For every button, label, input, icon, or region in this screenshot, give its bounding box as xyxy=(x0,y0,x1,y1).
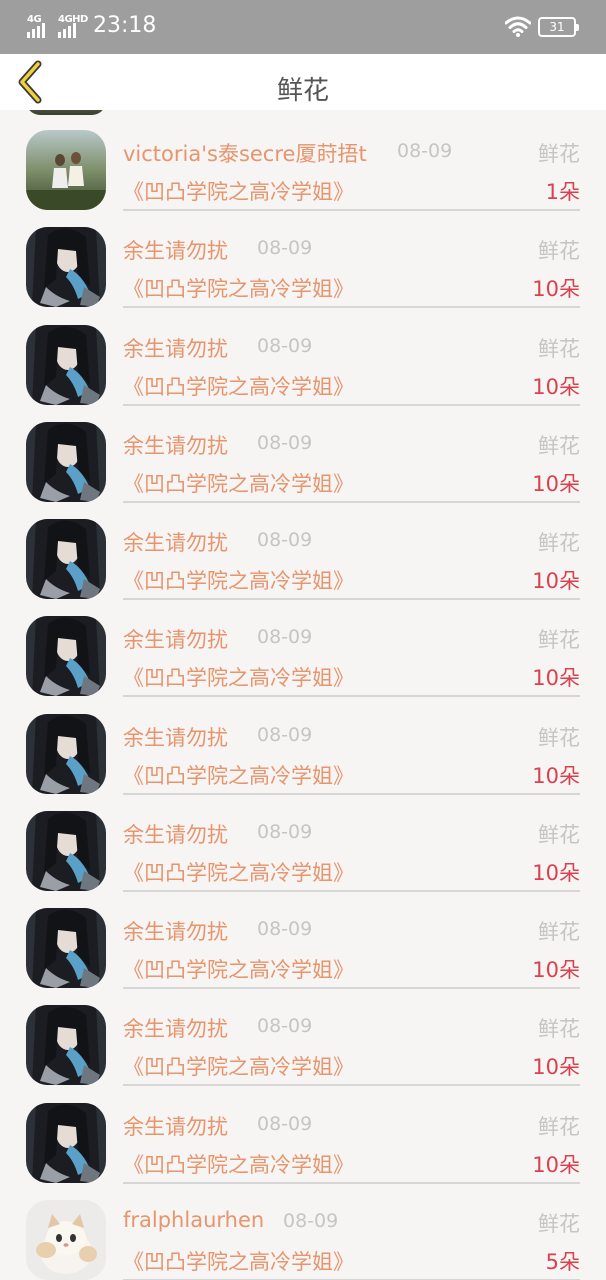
signal-icon: 4GHD xyxy=(58,14,88,38)
book-title[interactable]: 《凹凸学院之高冷学姐》 xyxy=(123,176,354,206)
anime-avatar[interactable] xyxy=(26,1005,106,1085)
user-name[interactable]: 余生请勿扰 xyxy=(123,916,228,946)
user-name[interactable]: 余生请勿扰 xyxy=(123,722,228,752)
status-bar: 4G 4GHD 23:18 31 xyxy=(0,0,606,54)
list-item[interactable]: 余生请勿扰 08-09 鲜花 《凹凸学院之高冷学姐》 10朵 xyxy=(0,694,606,795)
gift-count: 10朵 xyxy=(532,764,580,788)
book-title[interactable]: 《凹凸学院之高冷学姐》 xyxy=(123,1051,354,1081)
gift-count: 10朵 xyxy=(532,666,580,690)
anime-avatar[interactable] xyxy=(26,908,106,988)
send-date: 08-09 xyxy=(397,140,453,162)
nav-bar: 鲜花 xyxy=(0,54,606,110)
list-item[interactable]: 余生请勿扰 08-09 鲜花 《凹凸学院之高冷学姐》 10朵 xyxy=(0,791,606,892)
send-date: 08-09 xyxy=(257,335,313,357)
user-name[interactable]: 余生请勿扰 xyxy=(123,819,228,849)
user-name[interactable]: 余生请勿扰 xyxy=(123,624,228,654)
gift-count: 1朵 xyxy=(545,180,580,204)
gift-count: 10朵 xyxy=(532,375,580,399)
signal-icon: 4G xyxy=(27,14,51,38)
flower-list[interactable]: victoria's泰secre厦莳捂t 08-09 鲜花 《凹凸学院之高冷学姐… xyxy=(0,110,606,1280)
user-name[interactable]: 余生请勿扰 xyxy=(123,333,228,363)
list-item[interactable]: 余生请勿扰 08-09 鲜花 《凹凸学院之高冷学姐》 10朵 xyxy=(0,596,606,697)
gift-count: 10朵 xyxy=(532,472,580,496)
send-date: 08-09 xyxy=(283,1210,339,1232)
book-title[interactable]: 《凹凸学院之高冷学姐》 xyxy=(123,662,354,692)
send-date: 08-09 xyxy=(257,432,313,454)
anime-avatar[interactable] xyxy=(26,811,106,891)
gift-count: 10朵 xyxy=(532,569,580,593)
gift-type: 鲜花 xyxy=(538,337,580,361)
gift-type: 鲜花 xyxy=(538,142,580,166)
user-name[interactable]: 余生请勿扰 xyxy=(123,1013,228,1043)
book-title[interactable]: 《凹凸学院之高冷学姐》 xyxy=(123,1246,354,1276)
user-name[interactable]: victoria's泰secre厦莳捂t xyxy=(123,138,367,168)
gift-count: 10朵 xyxy=(532,1055,580,1079)
user-name[interactable]: fralphlaurhen xyxy=(123,1208,264,1232)
anime-avatar[interactable] xyxy=(26,422,106,502)
gift-type: 鲜花 xyxy=(538,1115,580,1139)
book-title[interactable]: 《凹凸学院之高冷学姐》 xyxy=(123,468,354,498)
gift-count: 10朵 xyxy=(532,861,580,885)
photo-avatar[interactable] xyxy=(26,130,106,210)
gift-type: 鲜花 xyxy=(538,726,580,750)
gift-type: 鲜花 xyxy=(538,628,580,652)
send-date: 08-09 xyxy=(257,1113,313,1135)
book-title[interactable]: 《凹凸学院之高冷学姐》 xyxy=(123,273,354,303)
list-item[interactable]: victoria's泰secre厦莳捂t 08-09 鲜花 《凹凸学院之高冷学姐… xyxy=(0,110,606,211)
send-date: 08-09 xyxy=(257,918,313,940)
user-name[interactable]: 余生请勿扰 xyxy=(123,1111,228,1141)
send-date: 08-09 xyxy=(257,724,313,746)
list-item[interactable]: 余生请勿扰 08-09 鲜花 《凹凸学院之高冷学姐》 10朵 xyxy=(0,499,606,600)
send-date: 08-09 xyxy=(257,237,313,259)
user-name[interactable]: 余生请勿扰 xyxy=(123,430,228,460)
gift-type: 鲜花 xyxy=(538,1212,580,1236)
gift-count: 10朵 xyxy=(532,277,580,301)
list-item[interactable]: 余生请勿扰 08-09 鲜花 《凹凸学院之高冷学姐》 10朵 xyxy=(0,888,606,989)
cat-avatar[interactable] xyxy=(26,1200,106,1280)
user-name[interactable]: 余生请勿扰 xyxy=(123,527,228,557)
gift-count: 5朵 xyxy=(545,1250,580,1274)
anime-avatar[interactable] xyxy=(26,714,106,794)
wifi-icon xyxy=(505,16,531,37)
book-title[interactable]: 《凹凸学院之高冷学姐》 xyxy=(123,1149,354,1179)
gift-type: 鲜花 xyxy=(538,434,580,458)
book-title[interactable]: 《凹凸学院之高冷学姐》 xyxy=(123,371,354,401)
gift-type: 鲜花 xyxy=(538,823,580,847)
send-date: 08-09 xyxy=(257,821,313,843)
gift-type: 鲜花 xyxy=(538,1017,580,1041)
anime-avatar[interactable] xyxy=(26,325,106,405)
page-title: 鲜花 xyxy=(276,76,329,106)
send-date: 08-09 xyxy=(257,529,313,551)
gift-count: 10朵 xyxy=(532,1153,580,1177)
list-item[interactable]: 余生请勿扰 08-09 鲜花 《凹凸学院之高冷学姐》 10朵 xyxy=(0,402,606,503)
list-item[interactable]: 余生请勿扰 08-09 鲜花 《凹凸学院之高冷学姐》 10朵 xyxy=(0,1083,606,1184)
status-time: 23:18 xyxy=(93,13,157,38)
list-item[interactable]: 余生请勿扰 08-09 鲜花 《凹凸学院之高冷学姐》 10朵 xyxy=(0,207,606,308)
list-item[interactable]: 余生请勿扰 08-09 鲜花 《凹凸学院之高冷学姐》 10朵 xyxy=(0,985,606,1086)
gift-type: 鲜花 xyxy=(538,239,580,263)
book-title[interactable]: 《凹凸学院之高冷学姐》 xyxy=(123,760,354,790)
book-title[interactable]: 《凹凸学院之高冷学姐》 xyxy=(123,857,354,887)
gift-count: 10朵 xyxy=(532,958,580,982)
anime-avatar[interactable] xyxy=(26,1103,106,1183)
list-item[interactable]: fralphlaurhen 08-09 鲜花 《凹凸学院之高冷学姐》 5朵 xyxy=(0,1180,606,1280)
send-date: 08-09 xyxy=(257,1015,313,1037)
anime-avatar[interactable] xyxy=(26,616,106,696)
battery-icon: 31 xyxy=(538,17,579,37)
anime-avatar[interactable] xyxy=(26,519,106,599)
gift-type: 鲜花 xyxy=(538,920,580,944)
anime-avatar[interactable] xyxy=(26,227,106,307)
send-date: 08-09 xyxy=(257,626,313,648)
book-title[interactable]: 《凹凸学院之高冷学姐》 xyxy=(123,565,354,595)
user-name[interactable]: 余生请勿扰 xyxy=(123,235,228,265)
list-item[interactable]: 余生请勿扰 08-09 鲜花 《凹凸学院之高冷学姐》 10朵 xyxy=(0,305,606,406)
book-title[interactable]: 《凹凸学院之高冷学姐》 xyxy=(123,954,354,984)
gift-type: 鲜花 xyxy=(538,531,580,555)
